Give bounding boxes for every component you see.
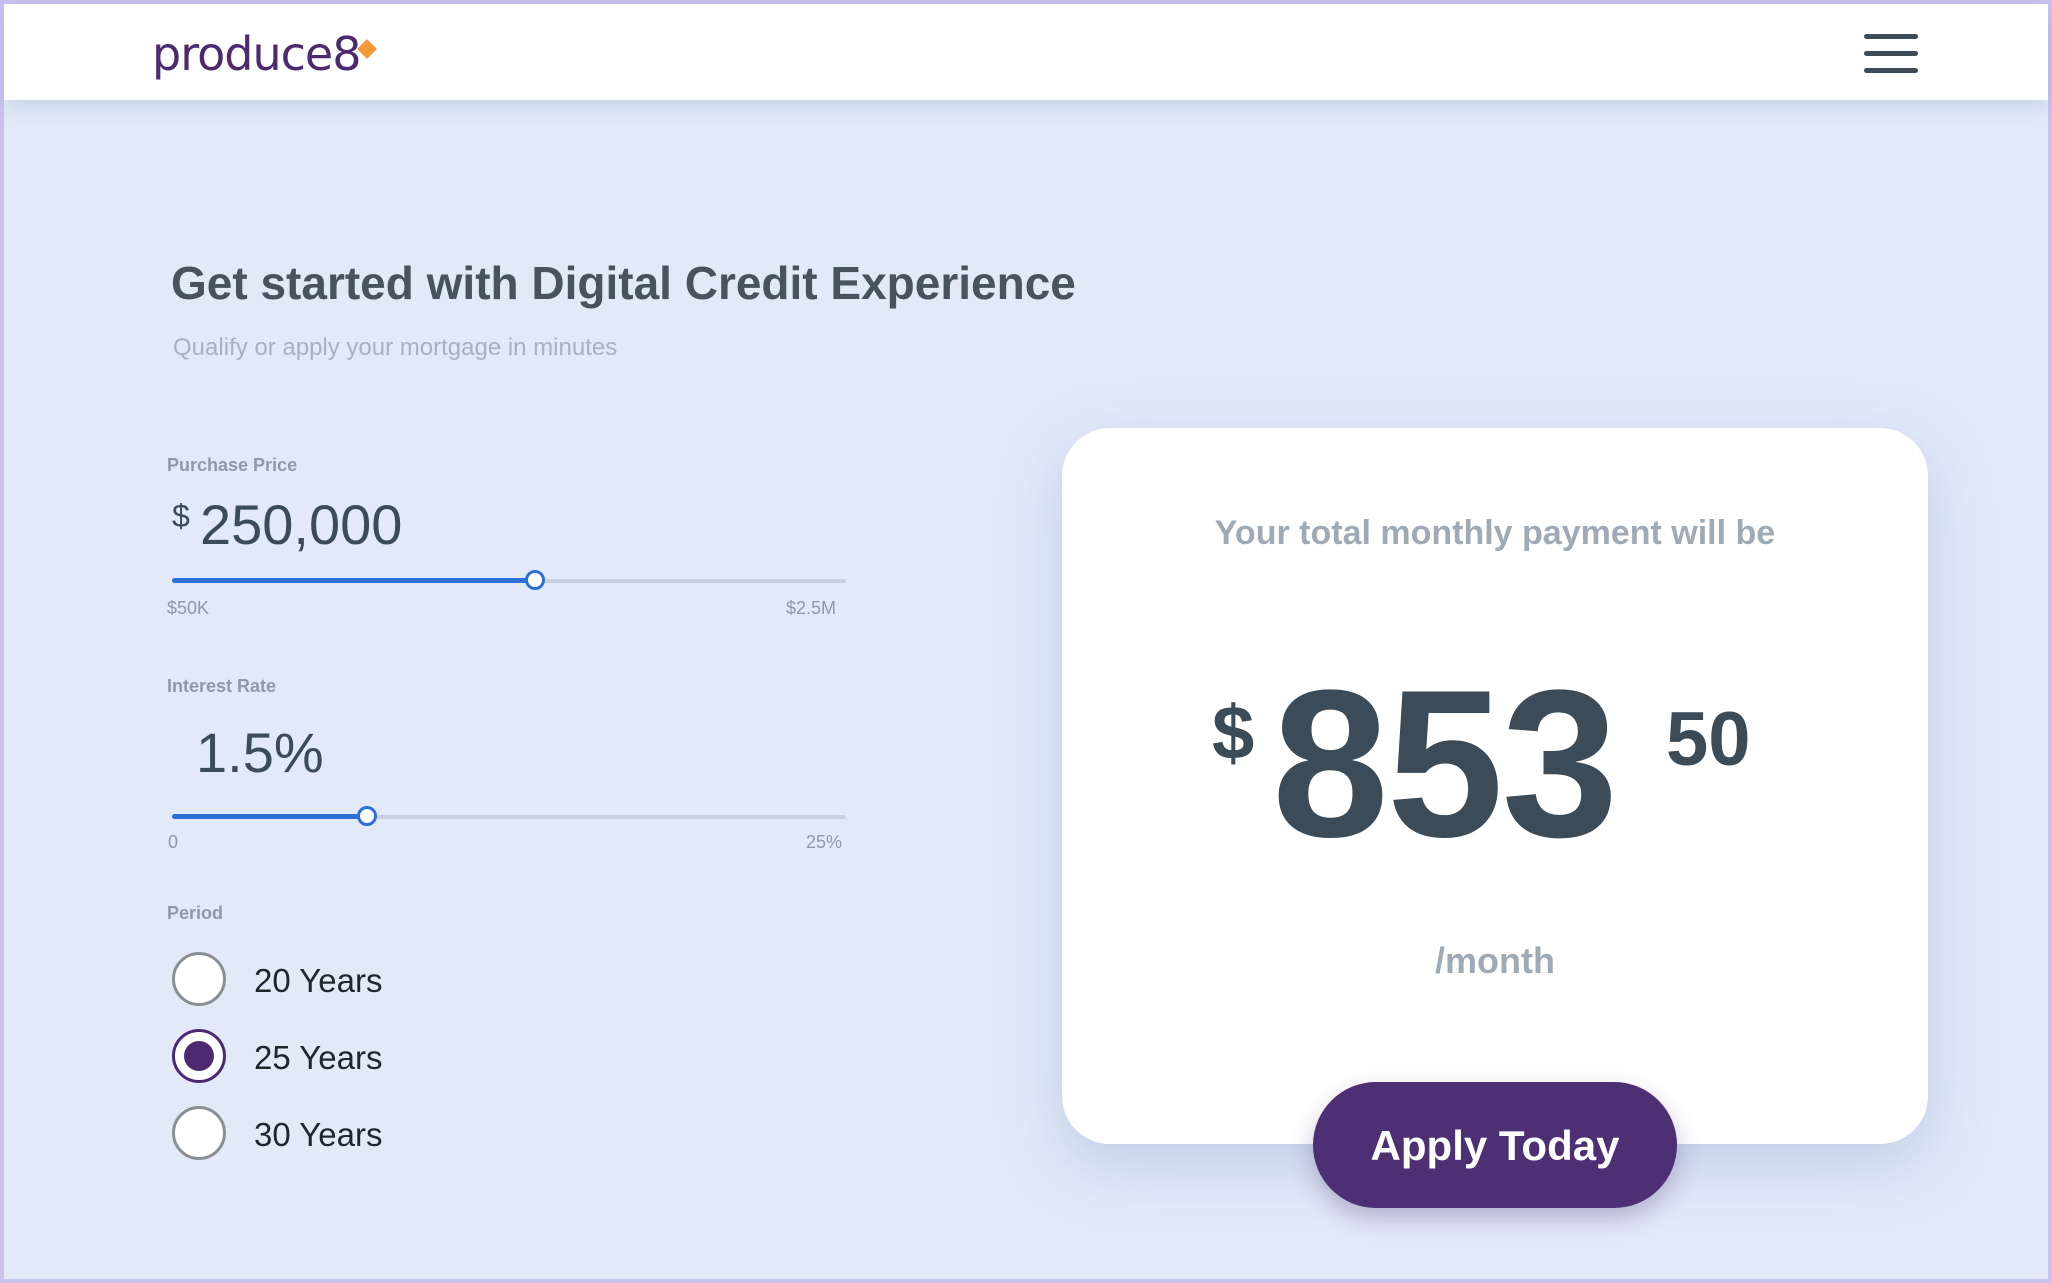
radio-button[interactable] (172, 952, 226, 1006)
apply-today-button[interactable]: Apply Today (1313, 1082, 1677, 1208)
period-option-label: 20 Years (254, 962, 383, 999)
per-month-label: /month (1435, 940, 1555, 981)
purchase-price-value[interactable]: 250,000 (200, 492, 402, 557)
radio-button-selected[interactable] (172, 1029, 226, 1083)
purchase-price-label: Purchase Price (167, 455, 298, 475)
produce8-logo[interactable]: produce8 (152, 26, 361, 82)
payment-amount-whole: 853 (1272, 646, 1618, 881)
period-option-25-years[interactable]: 25 Years (172, 1029, 572, 1085)
interest-rate-value[interactable]: 1.5% (196, 720, 324, 785)
monthly-payment-heading: Your total monthly payment will be (1214, 514, 1776, 552)
period-option-20-years[interactable]: 20 Years (172, 952, 572, 1008)
purchase-price-slider-handle[interactable] (525, 570, 545, 590)
monthly-payment-card: Your total monthly payment will be $ 853… (1062, 428, 1928, 1144)
purchase-price-slider-fill (172, 578, 534, 583)
hamburger-menu-icon[interactable] (1864, 32, 1918, 76)
top-navigation-bar: produce8 (4, 4, 2048, 100)
page-title: Get started with Digital Credit Experien… (171, 257, 1076, 309)
radio-selected-dot (184, 1041, 214, 1071)
period-option-label: 30 Years (254, 1116, 383, 1153)
interest-rate-slider-handle[interactable] (357, 806, 377, 826)
purchase-price-max-label: $2.5M (786, 598, 837, 618)
interest-rate-slider-fill (172, 814, 368, 819)
period-option-30-years[interactable]: 30 Years (172, 1106, 572, 1162)
interest-rate-max-label: 25% (806, 832, 843, 852)
purchase-price-min-label: $50K (167, 598, 210, 618)
payment-currency-symbol: $ (1212, 691, 1255, 776)
interest-rate-min-label: 0 (168, 832, 179, 852)
payment-amount-cents: 50 (1666, 697, 1751, 782)
purchase-price-currency: $ (172, 498, 190, 534)
period-option-label: 25 Years (254, 1039, 383, 1076)
interest-rate-label: Interest Rate (167, 676, 277, 696)
radio-button[interactable] (172, 1106, 226, 1160)
page-subtitle: Qualify or apply your mortgage in minute… (173, 334, 618, 361)
period-label: Period (167, 903, 224, 923)
